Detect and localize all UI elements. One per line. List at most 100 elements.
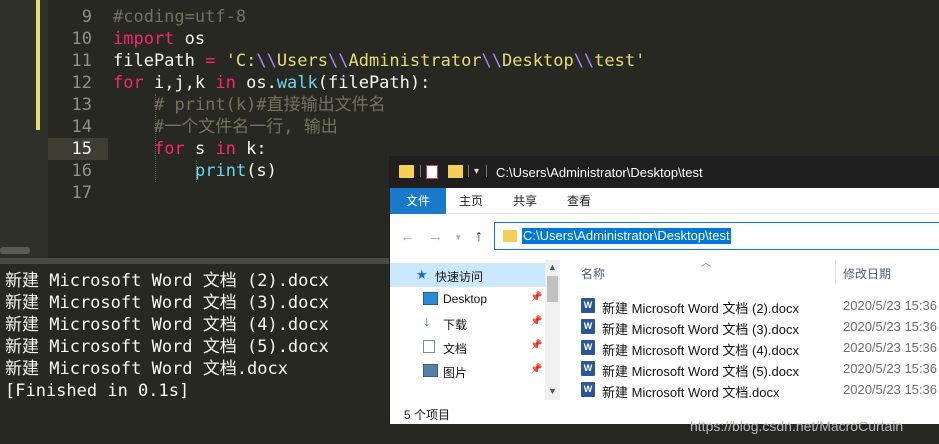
file-name: 新建 Microsoft Word 文档.docx [602, 385, 780, 400]
string-token: Users [276, 51, 328, 71]
output-line: 新建 Microsoft Word 文档 (4).docx [5, 315, 329, 335]
file-row[interactable]: W 新建 Microsoft Word 文档.docx 2020/5/23 15… [581, 379, 939, 400]
file-row[interactable]: W 新建 Microsoft Word 文档 (3).docx 2020/5/2… [581, 316, 939, 337]
line-number: 14 [71, 117, 92, 137]
up-arrow-icon[interactable]: ↑ [475, 228, 483, 246]
nav-item-pictures[interactable]: 图片 📌 [390, 359, 546, 383]
code-line-10: import os [113, 28, 205, 50]
title-bar[interactable]: ▾ C:\Users\Administrator\Desktop\test [390, 156, 939, 188]
new-folder-icon[interactable] [448, 165, 463, 178]
scroll-up-icon[interactable]: ▲ [548, 262, 557, 272]
code-token: os [174, 29, 206, 49]
scrollbar-thumb[interactable] [547, 276, 558, 302]
customize-toolbar-chevron-icon[interactable]: ▾ [474, 166, 479, 177]
navigation-bar: ← → ▾ ↑ C:\Users\Administrator\Desktop\t… [390, 214, 939, 260]
code-token: filePath [113, 51, 206, 71]
code-token: s [184, 139, 216, 159]
folder-icon [399, 165, 414, 178]
star-icon: ★ [416, 267, 428, 282]
properties-icon[interactable] [426, 165, 438, 179]
code-line-9: #coding=utf-8 [113, 7, 247, 27]
code-token: os. [235, 73, 277, 93]
address-bar[interactable]: C:\Users\Administrator\Desktop\test [494, 222, 939, 250]
pin-icon[interactable]: 📌 [530, 364, 542, 375]
keyword-for: for [154, 139, 185, 159]
keyword-in: in [215, 139, 236, 159]
escape-token: \\ [481, 51, 503, 71]
address-input[interactable]: C:\Users\Administrator\Desktop\test [522, 228, 731, 244]
line-number: 13 [71, 95, 92, 115]
nav-item-label: 下载 [443, 318, 468, 332]
column-divider[interactable] [835, 260, 836, 284]
file-row[interactable]: W 新建 Microsoft Word 文档 (2).docx 2020/5/2… [581, 295, 939, 316]
sort-ascending-icon: ︿ [701, 258, 711, 269]
editor-horizontal-scrollbar[interactable] [0, 247, 30, 254]
column-header-name[interactable]: 名称 [581, 265, 605, 282]
string-token: Administrator [348, 51, 482, 71]
output-line: 新建 Microsoft Word 文档.docx [5, 359, 288, 379]
string-token: test' [594, 51, 646, 71]
file-modified-date: 2020/5/23 15:36 [843, 319, 937, 334]
word-document-icon: W [581, 340, 595, 355]
file-row[interactable]: W 新建 Microsoft Word 文档 (5).docx 2020/5/2… [581, 358, 939, 379]
word-document-icon: W [581, 298, 595, 313]
back-arrow-icon[interactable]: ← [400, 228, 415, 245]
ribbon-tabs: 文件 主页 共享 查看 [390, 188, 939, 214]
forward-arrow-icon[interactable]: → [428, 228, 443, 245]
file-modified-date: 2020/5/23 15:36 [843, 298, 937, 313]
file-row[interactable]: W 新建 Microsoft Word 文档 (4).docx 2020/5/2… [581, 337, 939, 358]
line-number: 11 [71, 51, 92, 71]
file-list: ︿ 名称 修改日期 W 新建 Microsoft Word 文档 (2).doc… [560, 258, 939, 400]
column-header-date[interactable]: 修改日期 [843, 265, 891, 282]
nav-item-documents[interactable]: 文档 📌 [390, 335, 546, 359]
toolbar-divider [486, 165, 487, 177]
nav-item-quick-access[interactable]: ★ 快速访问 [390, 263, 546, 287]
toolbar-divider [468, 165, 469, 177]
nav-item-downloads[interactable]: ↓ 下载 📌 [390, 311, 546, 335]
navigation-pane-scrollbar[interactable]: ▲ ▼ [545, 260, 560, 400]
string-token: Desktop [502, 51, 574, 71]
pin-icon[interactable]: 📌 [530, 340, 542, 351]
tab-share[interactable]: 共享 [502, 188, 548, 214]
toolbar-divider [420, 165, 421, 177]
function-print: print [195, 161, 247, 181]
recent-locations-chevron-icon[interactable]: ▾ [456, 232, 461, 243]
file-modified-date: 2020/5/23 15:36 [843, 340, 937, 355]
code-line-15: for s in k: [154, 138, 267, 160]
escape-token: \\ [328, 51, 349, 71]
line-number: 12 [71, 73, 92, 93]
line-number: 16 [71, 161, 92, 181]
pin-icon[interactable]: 📌 [530, 316, 542, 327]
nav-item-label: 快速访问 [435, 270, 484, 284]
output-finished-line: [Finished in 0.1s] [5, 381, 190, 401]
download-icon: ↓ [423, 313, 431, 330]
desktop-icon [423, 292, 438, 305]
nav-item-label: Desktop [443, 292, 488, 306]
watermark: https://blog.csdn.net/MacroCurtain [690, 418, 904, 434]
code-line-13: # print(k)#直接输出文件名 [154, 95, 386, 115]
file-explorer-window[interactable]: ▾ C:\Users\Administrator\Desktop\test 文件… [389, 156, 939, 424]
picture-icon [423, 364, 438, 377]
output-line: 新建 Microsoft Word 文档 (3).docx [5, 293, 329, 313]
escape-token: \\ [573, 51, 595, 71]
nav-item-label: 图片 [443, 366, 468, 380]
code-token: (s) [246, 161, 277, 181]
line-number: 17 [71, 183, 92, 203]
folder-icon [503, 230, 517, 242]
item-count: 5 个项目 [404, 408, 451, 422]
file-name: 新建 Microsoft Word 文档 (4).docx [602, 343, 799, 358]
keyword-import: import [113, 29, 175, 49]
scroll-down-icon[interactable]: ▼ [548, 386, 557, 396]
code-line-14: #一个文件名一行, 输出 [154, 117, 338, 137]
keyword-in: in [215, 73, 236, 93]
tab-file[interactable]: 文件 [390, 188, 446, 214]
string-token: 'C: [215, 51, 257, 71]
tab-home[interactable]: 主页 [448, 188, 494, 214]
file-modified-date: 2020/5/23 15:36 [843, 382, 937, 397]
pin-icon[interactable]: 📌 [530, 292, 542, 303]
file-name: 新建 Microsoft Word 文档 (5).docx [602, 364, 799, 379]
code-token: (filePath): [317, 73, 431, 93]
nav-item-desktop[interactable]: Desktop 📌 [390, 287, 546, 311]
tab-view[interactable]: 查看 [556, 188, 602, 214]
function-walk: walk [276, 73, 318, 93]
